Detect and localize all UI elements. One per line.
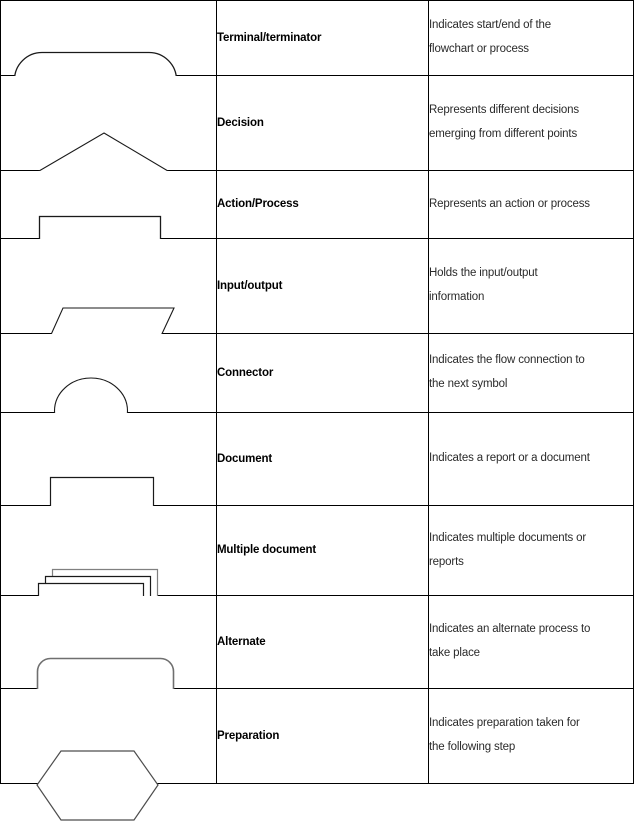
symbol-name: Multiple document bbox=[216, 505, 429, 596]
table-row: Terminal/terminator Indicates start/end … bbox=[0, 0, 634, 109]
symbol-cell bbox=[0, 75, 217, 211]
symbol-name: Document bbox=[216, 412, 429, 506]
description-line: take place bbox=[429, 647, 480, 659]
symbol-cell bbox=[0, 333, 217, 445]
description-line: the next symbol bbox=[429, 378, 508, 390]
symbol-description: Indicates start/end of the flowchart or … bbox=[428, 0, 634, 76]
description-line: Indicates start/end of the bbox=[429, 19, 552, 32]
table-row: Multiple document Indicates multiple doc… bbox=[0, 505, 634, 633]
symbol-name: Preparation bbox=[216, 688, 429, 784]
symbol-cell bbox=[0, 238, 217, 369]
description-line: Represents different decisions bbox=[429, 104, 579, 117]
description-line: reports bbox=[429, 555, 464, 568]
symbol-cell bbox=[0, 505, 217, 633]
symbol-cell bbox=[0, 688, 217, 821]
table-row: Decision Represents different decisions … bbox=[0, 75, 634, 211]
symbol-description: Indicates a report or a document bbox=[428, 412, 634, 506]
symbol-description: Represents an action or process bbox=[428, 170, 634, 239]
description-line: Indicates multiple documents or bbox=[429, 531, 587, 544]
symbol-description: Indicates multiple documents or reports bbox=[428, 505, 634, 596]
symbol-cell bbox=[0, 170, 217, 262]
symbol-name: Connector bbox=[216, 333, 429, 413]
table-row: Preparation Indicates preparation taken … bbox=[0, 688, 634, 821]
symbol-name: Terminal/terminator bbox=[216, 0, 429, 76]
description-line: Represents an action or process bbox=[429, 197, 590, 210]
description-line: Indicates a report or a document bbox=[429, 452, 590, 465]
symbol-name: Decision bbox=[216, 75, 429, 171]
description-line: Holds the input/output bbox=[429, 267, 538, 280]
description-line: the following step bbox=[429, 741, 516, 753]
preparation-hexagon-svg bbox=[36, 750, 159, 821]
symbol-description: Indicates an alternate process to take p… bbox=[428, 595, 634, 689]
description-line: Indicates the flow connection to bbox=[429, 354, 585, 367]
table-row: Action/Process Represents an action or p… bbox=[0, 170, 634, 262]
description-line: emerging from different points bbox=[429, 128, 578, 140]
symbol-name: Action/Process bbox=[216, 170, 429, 239]
description-line: information bbox=[429, 291, 485, 303]
flowchart-symbols-page: Terminal/terminator Indicates start/end … bbox=[0, 0, 644, 821]
description-line: flowchart or process bbox=[429, 43, 529, 55]
symbol-name: Alternate bbox=[216, 595, 429, 689]
table-row: Document Indicates a report or a documen… bbox=[0, 412, 634, 543]
table-row: Connector Indicates the flow connection … bbox=[0, 333, 634, 445]
symbol-cell bbox=[0, 595, 217, 725]
symbol-description: Holds the input/output information bbox=[428, 238, 634, 334]
flowchart-symbols-table: Terminal/terminator Indicates start/end … bbox=[0, 0, 634, 821]
description-line: Indicates preparation taken for bbox=[429, 717, 580, 730]
table-row: Input/output Holds the input/output info… bbox=[0, 238, 634, 369]
description-line: Indicates an alternate process to bbox=[429, 623, 591, 636]
symbol-cell bbox=[0, 0, 217, 109]
symbol-description: Represents different decisions emerging … bbox=[428, 75, 634, 171]
symbol-name: Input/output bbox=[216, 238, 429, 334]
table-row: Alternate Indicates an alternate process… bbox=[0, 595, 634, 725]
symbol-description: Indicates preparation taken for the foll… bbox=[428, 688, 634, 784]
symbol-description: Indicates the flow connection to the nex… bbox=[428, 333, 634, 413]
symbol-cell bbox=[0, 412, 217, 543]
table-body: Terminal/terminator Indicates start/end … bbox=[0, 0, 634, 821]
